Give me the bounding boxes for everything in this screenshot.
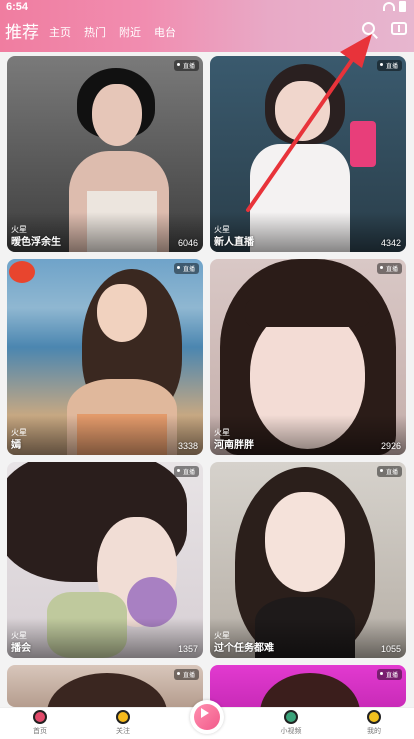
card-name: 新人直播 (214, 237, 254, 248)
viewer-count: 1357 (177, 644, 198, 654)
video-icon (284, 710, 298, 724)
live-play-button[interactable] (190, 700, 224, 734)
wifi-icon (383, 2, 395, 11)
tab-recommend[interactable]: 推荐 (5, 18, 39, 44)
live-badge: 直播 (376, 669, 402, 680)
live-badge: 直播 (173, 466, 199, 477)
viewer-count: 1055 (380, 644, 401, 654)
nav-video[interactable]: 小视频 (266, 710, 316, 736)
viewer-count: 4342 (380, 238, 401, 248)
live-badge: 直播 (376, 60, 402, 71)
live-card[interactable]: 直播 火星 暧色浮余生 6046 (7, 56, 203, 252)
live-card[interactable]: 直播 火星 播会 1357 (7, 462, 203, 658)
battery-icon (399, 1, 406, 12)
nav-follow-label: 关注 (116, 728, 130, 735)
tab-home[interactable]: 主页 (49, 24, 71, 44)
status-time: 6:54 (6, 1, 29, 13)
card-name: 播会 (11, 643, 31, 654)
live-card[interactable]: 直播 火星 过个任务都难 1055 (210, 462, 406, 658)
live-badge: 直播 (173, 60, 199, 71)
live-card[interactable]: 直播 火星 河南胖胖 2926 (210, 259, 406, 455)
nav-follow[interactable]: 关注 (98, 710, 148, 736)
nav-video-label: 小视频 (280, 728, 302, 735)
nav-profile[interactable]: 我的 (349, 710, 399, 736)
status-bar: 6:54 (0, 0, 414, 14)
viewer-count: 2926 (380, 441, 401, 451)
live-badge: 直播 (376, 263, 402, 274)
live-card[interactable]: 直播 (210, 665, 406, 707)
card-name: 嫣 (11, 440, 21, 451)
live-card[interactable]: 直播 火星 新人直播 4342 (210, 56, 406, 252)
live-card[interactable]: 直播 火星 嫣 3338 (7, 259, 203, 455)
nav-home-label: 首页 (33, 728, 47, 735)
live-play-icon (201, 708, 209, 718)
nav-profile-label: 我的 (367, 728, 381, 735)
follow-icon (116, 710, 130, 724)
viewer-count: 6046 (177, 238, 198, 248)
live-badge: 直播 (376, 466, 402, 477)
tab-nearby[interactable]: 附近 (119, 24, 141, 44)
card-name: 过个任务都难 (214, 643, 274, 654)
profile-icon (367, 710, 381, 724)
message-icon[interactable] (391, 21, 409, 39)
live-badge: 直播 (173, 263, 199, 274)
home-icon (33, 710, 47, 724)
live-card[interactable]: 直播 (7, 665, 203, 707)
viewer-count: 3338 (177, 441, 198, 451)
tab-radio[interactable]: 电台 (154, 24, 176, 44)
live-badge: 直播 (173, 669, 199, 680)
card-name: 暧色浮余生 (11, 237, 61, 248)
top-tabs: 推荐 主页 热门 附近 电台 (0, 18, 189, 44)
nav-home[interactable]: 首页 (15, 710, 65, 736)
search-icon[interactable] (361, 21, 379, 39)
bottom-nav: 首页 关注 小视频 我的 (0, 700, 414, 739)
card-name: 河南胖胖 (214, 440, 254, 451)
tab-hot[interactable]: 热门 (84, 24, 106, 44)
